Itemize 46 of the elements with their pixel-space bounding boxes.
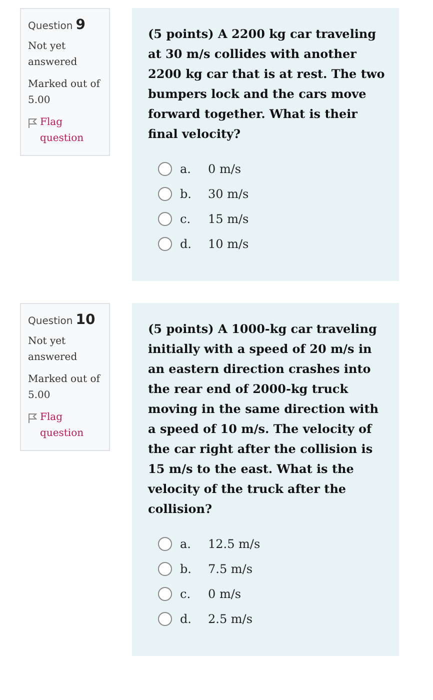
option-letter: c. (180, 212, 192, 226)
answer-option[interactable]: b. 30 m/s (158, 187, 385, 201)
radio-button[interactable] (158, 237, 172, 251)
question-number: 10 (76, 312, 96, 328)
option-text: 10 m/s (208, 237, 249, 251)
option-text: 7.5 m/s (208, 562, 252, 576)
question-label: Question (28, 21, 73, 32)
option-letter: d. (180, 612, 192, 626)
question-number: 9 (76, 17, 86, 33)
marks-text: Marked out of 5.00 (28, 78, 102, 108)
question-text: (5 points) A 1000-kg car traveling initially with a speed of 20 m/s in an eastern direction crashes into the rear end of 2000-kg truck moving in the same direction with a speed of 10 m/s. The velocity of the car right after the collision is 15 m/s to the east. What is the velocity of the truck after the collision? (148, 321, 380, 518)
option-letter: b. (180, 187, 192, 201)
radio-button[interactable] (158, 537, 172, 551)
flag-icon (28, 413, 37, 423)
radio-button[interactable] (158, 187, 172, 201)
flag-icon (28, 118, 37, 128)
question-text: (5 points) A 2200 kg car traveling at 30 m/s collides with another 2200 kg car that is at rest. The two bumpers lock and the cars move forward together. What is their final velocity? (148, 26, 385, 143)
option-text: 12.5 m/s (208, 537, 260, 551)
answer-option[interactable]: a. 0 m/s (158, 162, 385, 176)
answer-option[interactable]: b. 7.5 m/s (158, 562, 385, 576)
answer-option[interactable]: d. 2.5 m/s (158, 612, 385, 626)
answer-option[interactable]: d. 10 m/s (158, 237, 385, 251)
option-text: 0 m/s (208, 587, 242, 601)
option-letter: b. (180, 562, 192, 576)
flag-question-link[interactable]: Flag question (28, 410, 103, 442)
answer-option[interactable]: c. 15 m/s (158, 212, 385, 226)
flag-question-link[interactable]: Flag question (28, 115, 103, 147)
answer-option[interactable]: a. 12.5 m/s (158, 537, 385, 551)
option-text: 0 m/s (208, 162, 242, 176)
option-letter: c. (180, 587, 192, 601)
radio-button[interactable] (158, 612, 172, 626)
question-label: Question (28, 316, 73, 327)
status-text: Not yet answered (28, 40, 78, 70)
option-letter: d. (180, 237, 192, 251)
option-letter: a. (180, 162, 192, 176)
option-text: 30 m/s (208, 187, 249, 201)
status-text: Not yet answered (28, 335, 78, 365)
radio-button[interactable] (158, 562, 172, 576)
option-text: 15 m/s (208, 212, 249, 226)
option-text: 2.5 m/s (208, 612, 252, 626)
radio-button[interactable] (158, 587, 172, 601)
marks-text: Marked out of 5.00 (28, 373, 102, 403)
radio-button[interactable] (158, 162, 172, 176)
radio-button[interactable] (158, 212, 172, 226)
answer-option[interactable]: c. 0 m/s (158, 587, 385, 601)
option-letter: a. (180, 537, 192, 551)
